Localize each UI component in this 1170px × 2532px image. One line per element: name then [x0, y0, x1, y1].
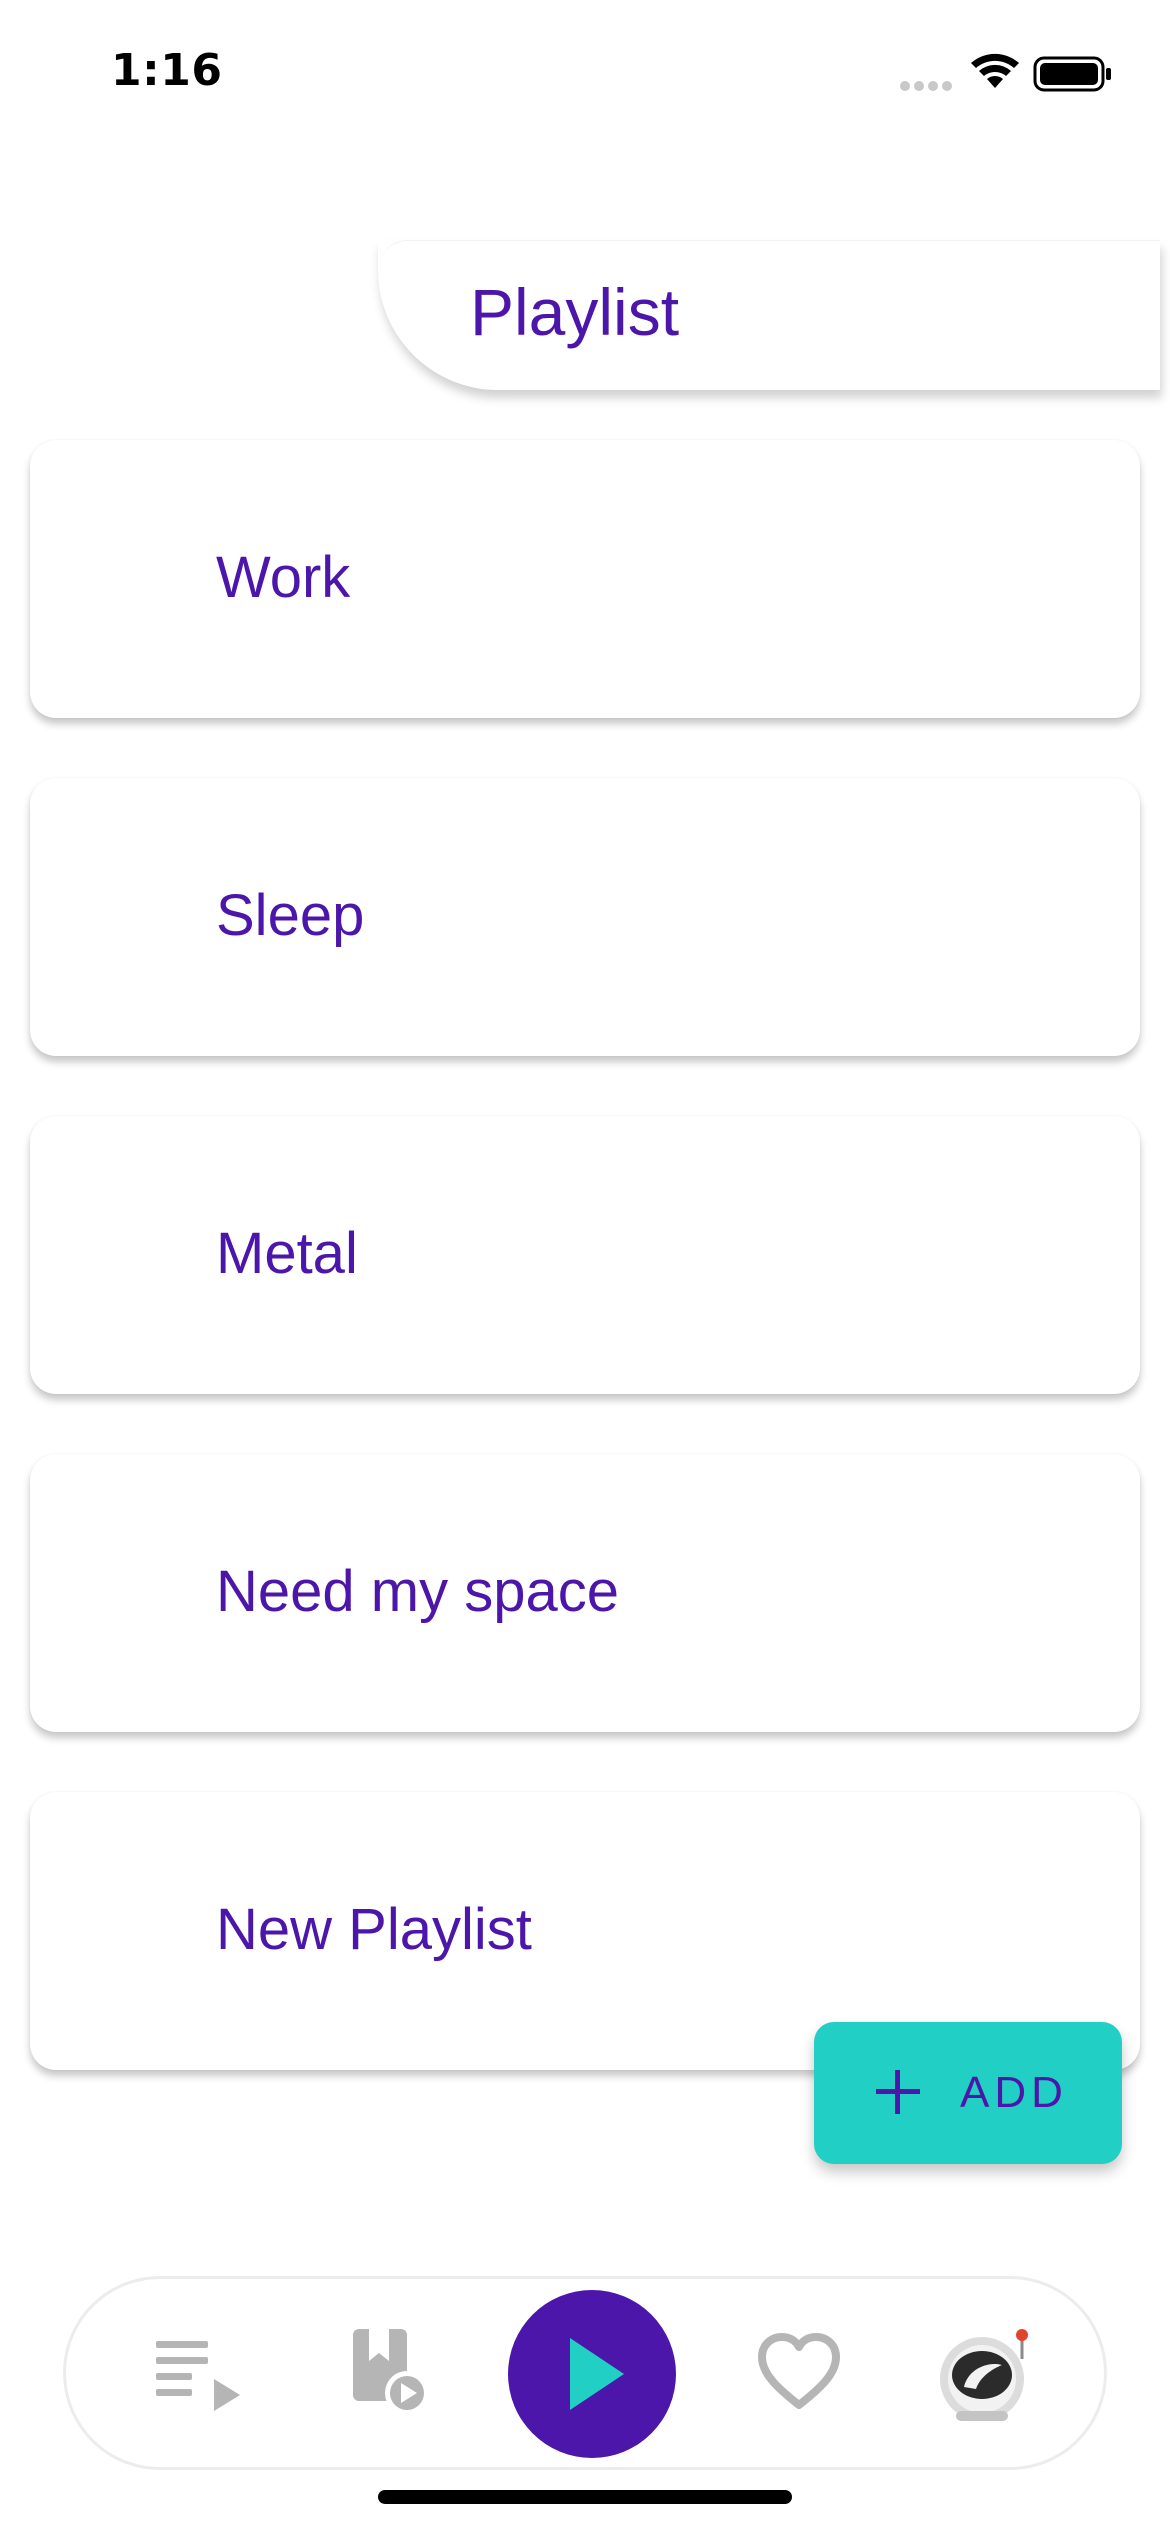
status-time: 1:16: [111, 45, 223, 96]
heart-icon: [758, 2333, 840, 2409]
add-playlist-button[interactable]: ADD: [814, 2022, 1122, 2164]
playlist-label: New Playlist: [216, 1897, 532, 1962]
battery-icon: [1033, 56, 1111, 92]
playlist-card[interactable]: Metal: [30, 1116, 1140, 1394]
cellular-signal-icon: [900, 81, 952, 91]
playlist-card[interactable]: Need my space: [30, 1454, 1140, 1732]
astronaut-profile-icon: [940, 2329, 1028, 2421]
playlist-card[interactable]: Sleep: [30, 778, 1140, 1056]
plus-icon: [876, 2070, 920, 2114]
wifi-icon: [971, 53, 1019, 88]
nav-library-button[interactable]: [351, 2327, 431, 2417]
nav-profile-button[interactable]: [936, 2325, 1036, 2425]
play-icon: [570, 2338, 624, 2410]
playlist-label: Sleep: [216, 883, 365, 948]
page-title: Playlist: [470, 275, 680, 349]
add-button-label: ADD: [960, 2068, 1068, 2117]
page-title-tab: Playlist: [378, 240, 1160, 390]
playlist-list: Work Sleep Metal Need my space New Playl…: [30, 440, 1140, 2130]
queue-icon: [156, 2341, 240, 2411]
nav-play-button[interactable]: [508, 2290, 676, 2458]
playlist-card[interactable]: Work: [30, 440, 1140, 718]
library-icon: [353, 2329, 429, 2415]
nav-favorites-button[interactable]: [756, 2331, 842, 2413]
home-indicator: [378, 2490, 792, 2504]
bottom-navigation: [63, 2276, 1107, 2470]
playlist-label: Need my space: [216, 1559, 619, 1624]
status-icons: [895, 52, 1115, 96]
playlist-label: Metal: [216, 1221, 358, 1286]
playlist-label: Work: [216, 545, 351, 610]
nav-queue-button[interactable]: [156, 2335, 246, 2415]
